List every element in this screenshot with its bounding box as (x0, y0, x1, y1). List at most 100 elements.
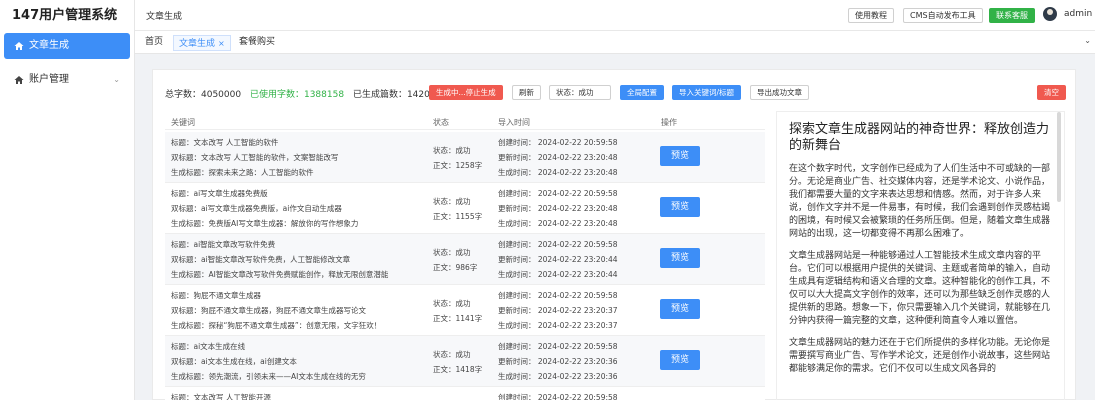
top-header: 文章生成 使用教程 CMS自动发布工具 联系客服 admin (135, 0, 1095, 31)
table-header: 关键词 状态 导入时间 操作 (165, 114, 765, 130)
row-word-count: 正文：1258字 (433, 161, 483, 170)
row-generated-time: 生成时间： 2024-02-22 23:20:44 (498, 270, 618, 279)
status-select[interactable]: 状态：成功 (549, 85, 611, 100)
table-row: 标题：文本改写 人工智能开源 创建时间： 2024-02-22 20:59:58 (165, 387, 765, 400)
tab-article-generation[interactable]: 文章生成 × (173, 35, 231, 51)
tab-package-purchase[interactable]: 套餐购买 (234, 35, 280, 51)
refresh-button[interactable]: 刷新 (512, 85, 541, 100)
total-words: 总字数：4050000 (165, 90, 242, 100)
global-config-button[interactable]: 全局配置 (620, 85, 664, 100)
row-status: 状态：成功 (433, 197, 471, 206)
column-header: 导入时间 (498, 118, 530, 127)
row-double-title: 双标题：狗屁不通文章生成器，狗屁不通文章生成器写论文 (171, 306, 366, 315)
row-generated-title: 生成标题：AI智能文章改写软件免费赋能创作，释放无限创意潜能 (171, 270, 389, 279)
chevron-down-icon: ⌄ (113, 75, 120, 84)
row-title: 标题：狗屁不通文章生成器 (171, 291, 261, 300)
chevron-down-icon[interactable]: ⌄ (1084, 36, 1091, 45)
row-double-title: 双标题：ai文本生成在线，ai创建文本 (171, 357, 297, 366)
row-created-time: 创建时间： 2024-02-22 20:59:58 (498, 393, 618, 400)
export-articles-button[interactable]: 导出成功文章 (750, 85, 809, 100)
row-double-title: 双标题：文本改写 人工智能的软件，文案智能改写 (171, 153, 339, 162)
row-generated-title: 生成标题：探索未来之路：人工智能的软件 (171, 168, 314, 177)
stats-bar: 总字数：4050000 已使用字数：1388158 已生成篇数：1420 (165, 87, 430, 100)
table-row: 标题：ai文本生成在线 双标题：ai文本生成在线，ai创建文本 生成标题：领先潮… (165, 336, 765, 387)
table-row: 标题：文本改写 人工智能的软件 双标题：文本改写 人工智能的软件，文案智能改写 … (165, 132, 765, 183)
row-generated-title: 生成标题：探秘“狗屁不通文章生成器”：创意无限，文字狂欢！ (171, 321, 382, 330)
stop-generation-button[interactable]: 生成中...停止生成 (429, 85, 503, 100)
sidebar-item-article-generation[interactable]: 文章生成 (4, 33, 130, 59)
tab-label: 套餐购买 (239, 37, 276, 47)
row-updated-time: 更新时间： 2024-02-22 23:20:48 (498, 204, 618, 213)
preview-button[interactable]: 预览 (660, 248, 700, 268)
sidebar-item-label: 账户管理 (29, 74, 69, 85)
row-word-count: 正文：1141字 (433, 314, 483, 323)
row-double-title: 双标题：ai写文章生成器免费版，ai作文自动生成器 (171, 204, 342, 213)
row-title: 标题：ai智能文章改写软件免费 (171, 240, 276, 249)
column-header: 关键词 (171, 118, 195, 127)
used-words: 已使用字数：1388158 (249, 90, 345, 100)
row-status: 状态：成功 (433, 248, 471, 257)
clear-button[interactable]: 清空 (1037, 85, 1066, 100)
preview-button[interactable]: 预览 (660, 350, 700, 370)
cms-tool-button[interactable]: CMS自动发布工具 (903, 8, 983, 23)
scrollbar[interactable] (1057, 112, 1061, 202)
tab-bar: 首页 文章生成 × 套餐购买 ⌄ (135, 31, 1095, 54)
article-paragraph: 文章生成器网站是一种能够通过人工智能技术生成文章内容的平台。它们可以根据用户提供… (789, 251, 1051, 326)
preview-button[interactable]: 预览 (660, 197, 700, 217)
tab-label: 文章生成 (179, 39, 216, 49)
main-panel: 总字数：4050000 已使用字数：1388158 已生成篇数：1420 生成中… (152, 69, 1076, 400)
preview-button[interactable]: 预览 (660, 299, 700, 319)
row-title: 标题：ai文本生成在线 (171, 342, 246, 351)
row-updated-time: 更新时间： 2024-02-22 23:20:36 (498, 357, 618, 366)
article-preview-pane[interactable]: 探索文章生成器网站的神奇世界：释放创造力的新舞台 在这个数字时代，文字创作已经成… (776, 111, 1065, 400)
tab-home[interactable]: 首页 (140, 35, 168, 51)
contact-support-button[interactable]: 联系客服 (989, 8, 1035, 23)
article-paragraph: 在这个数字时代，文字创作已经成为了人们生活中不可或缺的一部分。无论是商业广告、社… (789, 164, 1051, 239)
avatar[interactable] (1043, 7, 1057, 21)
row-title: 标题：文本改写 人工智能开源 (171, 393, 271, 400)
row-status: 状态：成功 (433, 146, 471, 155)
table-row: 标题：ai写文章生成器免费版 双标题：ai写文章生成器免费版，ai作文自动生成器… (165, 183, 765, 234)
table-row: 标题：ai智能文章改写软件免费 双标题：ai智能文章改写软件免费，人工智能修改文… (165, 234, 765, 285)
row-generated-time: 生成时间： 2024-02-22 23:20:48 (498, 168, 618, 177)
article-title: 探索文章生成器网站的神奇世界：释放创造力的新舞台 (789, 122, 1050, 153)
article-paragraph: 文章生成器网站的魅力还在于它们所提供的多样化功能。无论你是需要撰写商业广告、写作… (789, 338, 1051, 374)
home-icon (14, 41, 24, 51)
row-created-time: 创建时间： 2024-02-22 20:59:58 (498, 342, 618, 351)
generated-count: 已生成篇数：1420 (352, 90, 430, 100)
row-created-time: 创建时间： 2024-02-22 20:59:58 (498, 189, 618, 198)
row-word-count: 正文：1155字 (433, 212, 483, 221)
preview-button[interactable]: 预览 (660, 146, 700, 166)
row-updated-time: 更新时间： 2024-02-22 23:20:48 (498, 153, 618, 162)
app-title: 147用户管理系统 (12, 8, 118, 23)
row-created-time: 创建时间： 2024-02-22 20:59:58 (498, 240, 618, 249)
row-word-count: 正文：1418字 (433, 365, 483, 374)
close-icon[interactable]: × (218, 39, 225, 48)
tab-label: 首页 (145, 37, 164, 47)
row-generated-time: 生成时间： 2024-02-22 23:20:48 (498, 219, 618, 228)
row-generated-title: 生成标题：领先潮流，引领未来——AI文本生成在线的无穷 (171, 372, 366, 381)
username[interactable]: admin (1064, 9, 1092, 19)
row-generated-title: 生成标题：免费版AI写文章生成器：解放你的写作想象力 (171, 219, 359, 228)
sidebar-item-label: 文章生成 (29, 40, 69, 51)
home-icon (14, 75, 24, 85)
tutorial-button[interactable]: 使用教程 (848, 8, 894, 23)
row-word-count: 正文：986字 (433, 263, 478, 272)
import-keywords-button[interactable]: 导入关键词/标题 (672, 85, 742, 100)
row-generated-time: 生成时间： 2024-02-22 23:20:37 (498, 321, 618, 330)
column-header: 操作 (661, 118, 677, 127)
column-header: 状态 (433, 118, 449, 127)
row-status: 状态：成功 (433, 299, 471, 308)
breadcrumb: 文章生成 (146, 12, 183, 22)
row-updated-time: 更新时间： 2024-02-22 23:20:44 (498, 255, 618, 264)
row-title: 标题：文本改写 人工智能的软件 (171, 138, 279, 147)
table-row: 标题：狗屁不通文章生成器 双标题：狗屁不通文章生成器，狗屁不通文章生成器写论文 … (165, 285, 765, 336)
row-created-time: 创建时间： 2024-02-22 20:59:58 (498, 138, 618, 147)
sidebar-item-account-management[interactable]: 账户管理 ⌄ (4, 67, 130, 93)
row-status: 状态：成功 (433, 350, 471, 359)
row-title: 标题：ai写文章生成器免费版 (171, 189, 268, 198)
row-generated-time: 生成时间： 2024-02-22 23:20:36 (498, 372, 618, 381)
row-updated-time: 更新时间： 2024-02-22 23:20:37 (498, 306, 618, 315)
row-created-time: 创建时间： 2024-02-22 20:59:58 (498, 291, 618, 300)
row-double-title: 双标题：ai智能文章改写软件免费，人工智能修改文章 (171, 255, 351, 264)
